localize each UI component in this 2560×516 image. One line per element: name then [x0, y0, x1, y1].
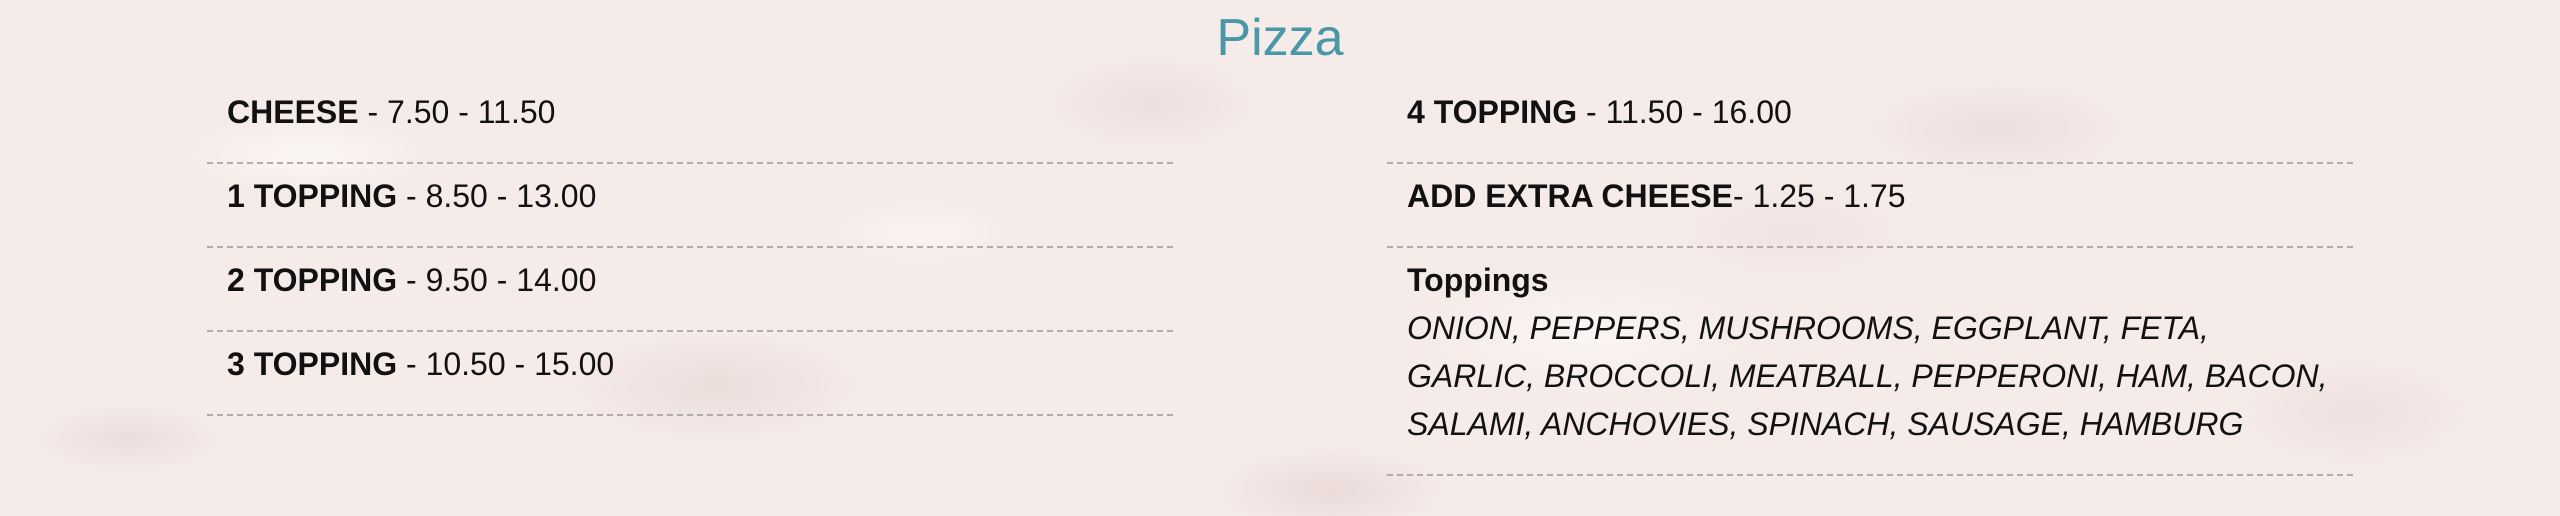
menu-item-2-topping: 2 TOPPING - 9.50 - 14.00 [207, 248, 1173, 332]
menu-item-extra-cheese: ADD EXTRA CHEESE- 1.25 - 1.75 [1387, 164, 2353, 248]
section-title: Pizza [1216, 9, 1344, 67]
menu-item-toppings: Toppings ONION, PEPPERS, MUSHROOMS, EGGP… [1387, 248, 2353, 476]
item-price: - 9.50 - 14.00 [397, 262, 597, 298]
menu-column-right: 4 TOPPING - 11.50 - 16.00 ADD EXTRA CHEE… [1387, 80, 2353, 476]
toppings-line: SALAMI, ANCHOVIES, SPINACH, SAUSAGE, HAM… [1407, 406, 2244, 442]
menu-item-1-topping: 1 TOPPING - 8.50 - 13.00 [207, 164, 1173, 248]
menu-item-cheese: CHEESE - 7.50 - 11.50 [207, 80, 1173, 164]
item-price: - 1.25 - 1.75 [1732, 178, 1906, 214]
item-price: - 10.50 - 15.00 [397, 346, 615, 382]
item-name: 2 TOPPING [227, 262, 398, 298]
item-name: 1 TOPPING [227, 178, 398, 214]
item-name: 4 TOPPING [1407, 94, 1578, 130]
toppings-line: ONION, PEPPERS, MUSHROOMS, EGGPLANT, FET… [1407, 310, 2209, 346]
toppings-heading: Toppings [1407, 262, 1549, 298]
menu-column-left: CHEESE - 7.50 - 11.50 1 TOPPING - 8.50 -… [207, 80, 1173, 416]
item-price: - 7.50 - 11.50 [358, 94, 556, 130]
item-price: - 11.50 - 16.00 [1577, 94, 1792, 130]
item-price: - 8.50 - 13.00 [397, 178, 597, 214]
menu-item-4-topping: 4 TOPPING - 11.50 - 16.00 [1387, 80, 2353, 164]
toppings-line: GARLIC, BROCCOLI, MEATBALL, PEPPERONI, H… [1407, 358, 2328, 394]
item-name: 3 TOPPING [227, 346, 398, 382]
item-name: ADD EXTRA CHEESE [1407, 178, 1733, 214]
menu-item-3-topping: 3 TOPPING - 10.50 - 15.00 [207, 332, 1173, 416]
item-name: CHEESE [227, 94, 359, 130]
toppings-list: ONION, PEPPERS, MUSHROOMS, EGGPLANT, FET… [1407, 304, 2333, 448]
